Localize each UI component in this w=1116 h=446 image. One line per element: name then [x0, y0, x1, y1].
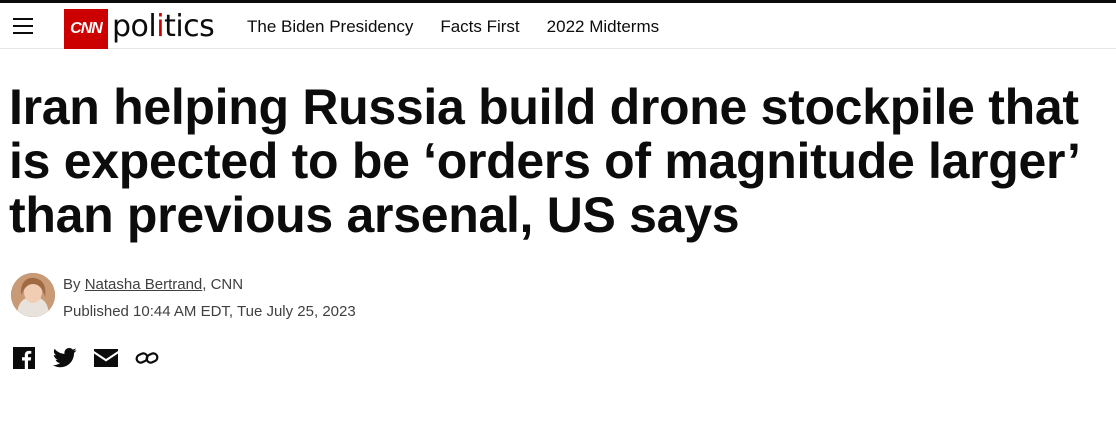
article-headline: Iran helping Russia build drone stockpil…: [9, 79, 1079, 243]
facebook-icon[interactable]: [12, 346, 36, 370]
author-avatar[interactable]: [11, 273, 55, 317]
cnn-logo-text: CNN: [70, 20, 103, 37]
publish-timestamp: Published 10:44 AM EDT, Tue July 25, 202…: [63, 303, 356, 320]
nav-link-biden-presidency[interactable]: The Biden Presidency: [247, 17, 413, 37]
nav-link-facts-first[interactable]: Facts First: [440, 17, 519, 37]
site-header: CNN politics The Biden Presidency Facts …: [0, 3, 1116, 49]
author-photo: [11, 273, 55, 317]
link-icon[interactable]: [135, 346, 159, 370]
twitter-icon[interactable]: [53, 346, 77, 370]
email-icon[interactable]: [94, 346, 118, 370]
cnn-logo[interactable]: CNN: [64, 9, 108, 49]
section-logo-politics[interactable]: politics: [112, 7, 215, 47]
byline: By Natasha Bertrand, CNN: [63, 276, 244, 293]
share-bar: [12, 346, 159, 370]
hamburger-menu-icon[interactable]: [13, 15, 33, 35]
section-nav: The Biden Presidency Facts First 2022 Mi…: [247, 17, 659, 37]
author-link[interactable]: Natasha Bertrand: [85, 276, 203, 293]
nav-link-2022-midterms[interactable]: 2022 Midterms: [547, 17, 659, 37]
